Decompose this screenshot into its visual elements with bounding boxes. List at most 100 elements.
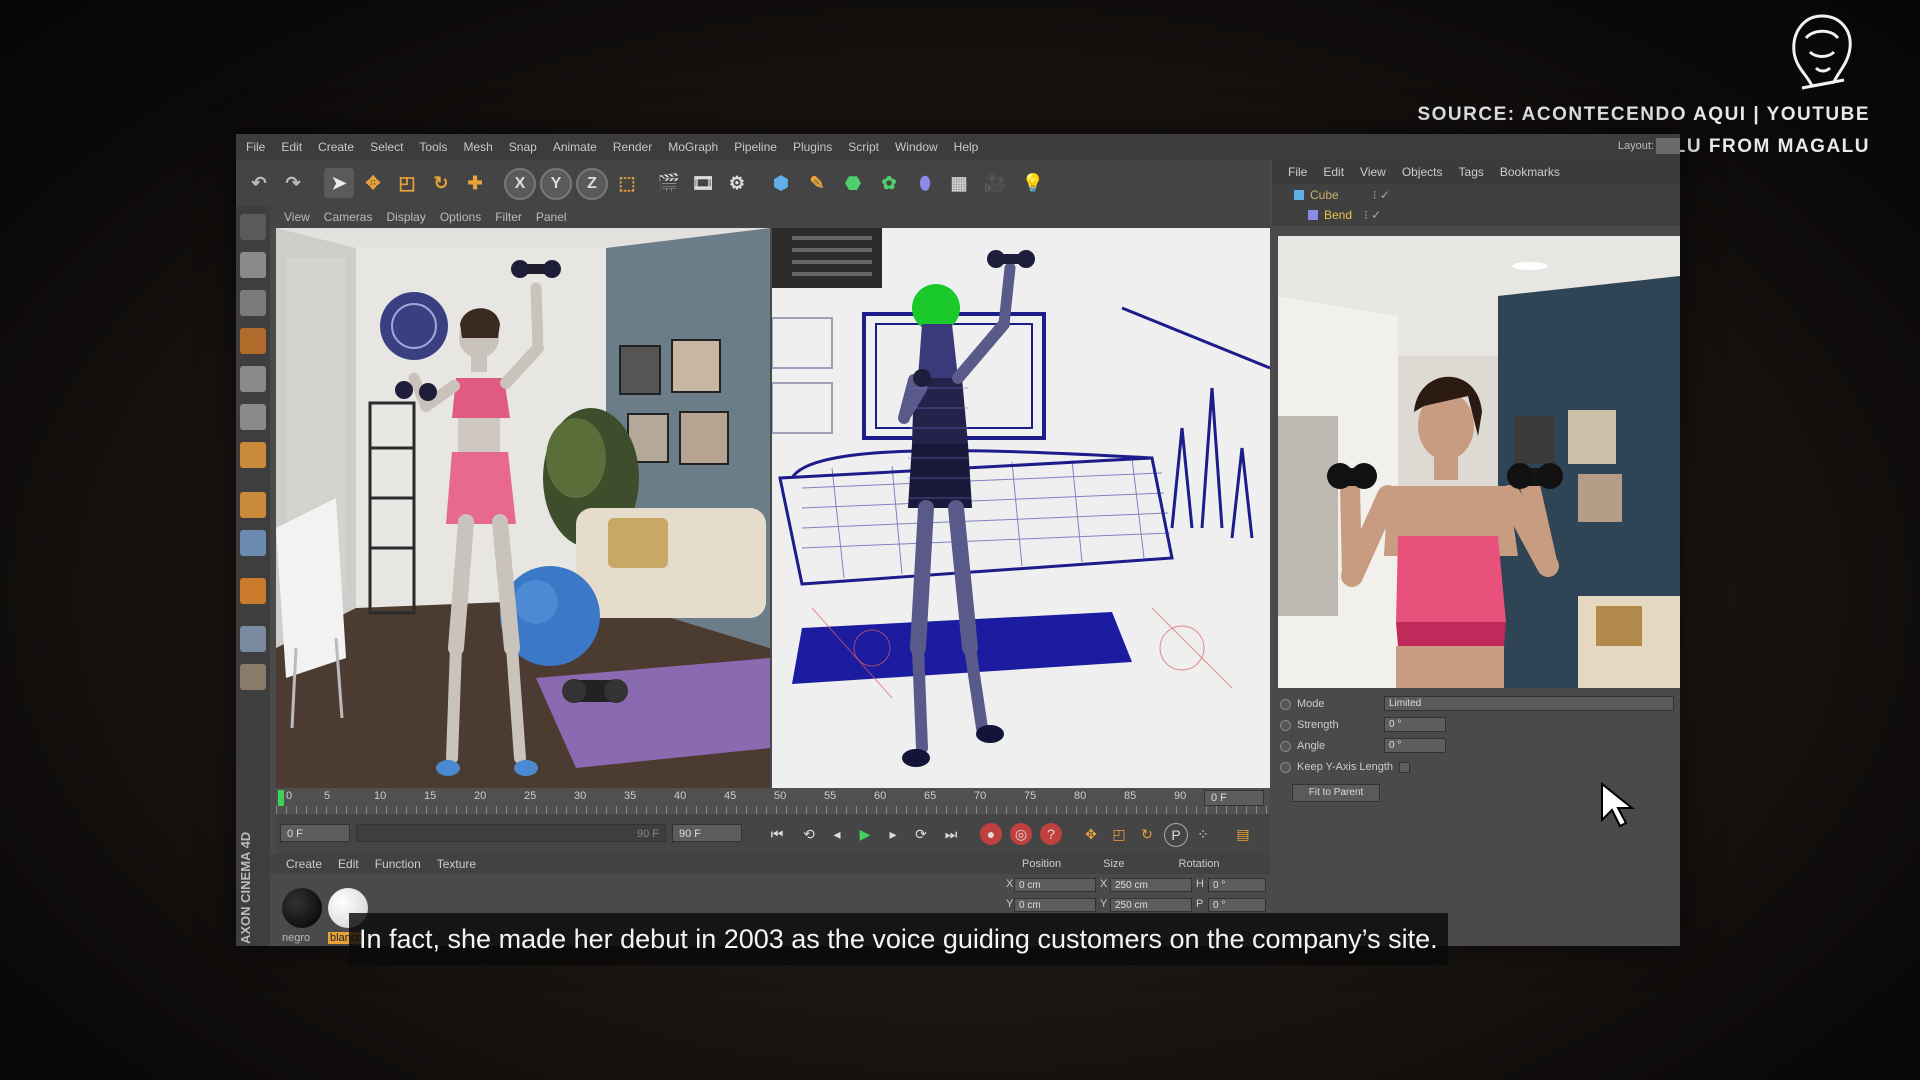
- x-axis-icon[interactable]: X: [504, 168, 536, 200]
- go-to-start-icon[interactable]: ⏮: [766, 823, 788, 845]
- menu-edit[interactable]: Edit: [281, 140, 302, 154]
- viewport-menu-display[interactable]: Display: [386, 210, 425, 224]
- menu-file[interactable]: File: [246, 140, 265, 154]
- rotation-p-field[interactable]: 0 °: [1208, 898, 1266, 912]
- menu-render[interactable]: Render: [613, 140, 652, 154]
- timeline-window-icon[interactable]: ▤: [1232, 823, 1254, 845]
- fit-to-parent-button[interactable]: Fit to Parent: [1292, 784, 1380, 802]
- viewport-menu-view[interactable]: View: [284, 210, 310, 224]
- size-x-field[interactable]: 250 cm: [1110, 878, 1192, 892]
- record-keyframe-icon[interactable]: ●: [980, 823, 1002, 845]
- viewport-menu-filter[interactable]: Filter: [495, 210, 522, 224]
- layout-select[interactable]: [1656, 138, 1680, 154]
- light-icon[interactable]: 💡: [1018, 168, 1048, 198]
- loop-icon[interactable]: ⟲: [798, 823, 820, 845]
- menu-mograph[interactable]: MoGraph: [668, 140, 718, 154]
- strength-field[interactable]: 0 °: [1384, 717, 1446, 732]
- next-frame-icon[interactable]: ▸: [882, 823, 904, 845]
- menu-snap[interactable]: Snap: [509, 140, 537, 154]
- menu-pipeline[interactable]: Pipeline: [734, 140, 777, 154]
- subdivision-icon[interactable]: ⬣: [838, 168, 868, 198]
- material-menu-texture[interactable]: Texture: [437, 857, 476, 871]
- objmgr-menu-bookmarks[interactable]: Bookmarks: [1500, 165, 1560, 179]
- add-icon[interactable]: ✚: [460, 168, 490, 198]
- menu-plugins[interactable]: Plugins: [793, 140, 832, 154]
- key-rotation-icon[interactable]: ↻: [1136, 823, 1158, 845]
- prev-frame-icon[interactable]: ◂: [826, 823, 848, 845]
- object-row-cube[interactable]: Cube ⁝ ✓: [1294, 188, 1390, 202]
- end-frame-field[interactable]: 90 F: [672, 824, 742, 842]
- keyframe-selection-icon[interactable]: ?: [1040, 823, 1062, 845]
- texture-mode-icon[interactable]: [240, 290, 266, 316]
- material-menu-create[interactable]: Create: [286, 857, 322, 871]
- render-settings-icon[interactable]: ⚙: [722, 168, 752, 198]
- animate-toggle-icon[interactable]: [1280, 698, 1291, 710]
- rotation-h-field[interactable]: 0 °: [1208, 878, 1266, 892]
- playhead[interactable]: [278, 790, 284, 806]
- points-mode-icon[interactable]: [240, 366, 266, 392]
- redo-icon[interactable]: ↷: [278, 168, 308, 198]
- key-scale-icon[interactable]: ◰: [1108, 823, 1130, 845]
- edges-mode-icon[interactable]: [240, 404, 266, 430]
- move-icon[interactable]: ✥: [358, 168, 388, 198]
- autokey-icon[interactable]: ◎: [1010, 823, 1032, 845]
- mode-select[interactable]: Limited: [1384, 696, 1674, 711]
- position-y-field[interactable]: 0 cm: [1014, 898, 1096, 912]
- pen-spline-icon[interactable]: ✎: [802, 168, 832, 198]
- menu-create[interactable]: Create: [318, 140, 354, 154]
- animate-toggle-icon[interactable]: [1280, 761, 1291, 773]
- objmgr-menu-file[interactable]: File: [1288, 165, 1307, 179]
- objmgr-menu-edit[interactable]: Edit: [1323, 165, 1344, 179]
- floor-icon[interactable]: ▦: [944, 168, 974, 198]
- current-frame-field[interactable]: 0 F: [1204, 790, 1264, 806]
- menu-select[interactable]: Select: [370, 140, 403, 154]
- material-swatch-negro[interactable]: [282, 888, 322, 928]
- objmgr-menu-objects[interactable]: Objects: [1402, 165, 1443, 179]
- animate-toggle-icon[interactable]: [1280, 719, 1291, 731]
- object-mode-icon[interactable]: [240, 252, 266, 278]
- menu-mesh[interactable]: Mesh: [463, 140, 492, 154]
- camera-icon[interactable]: 🎥: [980, 168, 1010, 198]
- material-menu-function[interactable]: Function: [375, 857, 421, 871]
- key-position-icon[interactable]: ✥: [1080, 823, 1102, 845]
- menu-window[interactable]: Window: [895, 140, 938, 154]
- menu-help[interactable]: Help: [954, 140, 979, 154]
- cube-icon[interactable]: ⬢: [766, 168, 796, 198]
- animate-toggle-icon[interactable]: [1280, 740, 1291, 752]
- render-view-icon[interactable]: 🎬: [654, 168, 684, 198]
- viewport-menu-options[interactable]: Options: [440, 210, 481, 224]
- object-row-bend[interactable]: Bend ⁝ ✓: [1308, 208, 1381, 222]
- viewport-menu-panel[interactable]: Panel: [536, 210, 567, 224]
- deformer-icon[interactable]: ⬮: [910, 168, 940, 198]
- axis-mode-icon[interactable]: [240, 492, 266, 518]
- menu-animate[interactable]: Animate: [553, 140, 597, 154]
- y-axis-icon[interactable]: Y: [540, 168, 572, 200]
- viewport-shaded[interactable]: [276, 228, 770, 788]
- tweak-mode-icon[interactable]: [240, 530, 266, 556]
- viewport-menu-cameras[interactable]: Cameras: [324, 210, 373, 224]
- workplane-icon[interactable]: [240, 328, 266, 354]
- coordinate-system-icon[interactable]: ⬚: [612, 168, 642, 198]
- objmgr-menu-tags[interactable]: Tags: [1459, 165, 1484, 179]
- timeline-ruler[interactable]: 0 5 10 15 20 25 30 35 40 45 50 55 60 65 …: [276, 788, 1270, 814]
- key-pla-icon[interactable]: ⁘: [1192, 823, 1214, 845]
- position-x-field[interactable]: 0 cm: [1014, 878, 1096, 892]
- z-axis-icon[interactable]: Z: [576, 168, 608, 200]
- angle-field[interactable]: 0 °: [1384, 738, 1446, 753]
- snap-icon[interactable]: [240, 578, 266, 604]
- objmgr-menu-view[interactable]: View: [1360, 165, 1386, 179]
- undo-icon[interactable]: ↶: [244, 168, 274, 198]
- key-parameter-icon[interactable]: P: [1164, 823, 1188, 847]
- menu-script[interactable]: Script: [848, 140, 879, 154]
- go-to-end-icon[interactable]: ⏭: [940, 823, 962, 845]
- render-picture-viewer-icon[interactable]: 🎞: [688, 168, 718, 198]
- polygons-mode-icon[interactable]: [240, 442, 266, 468]
- model-mode-icon[interactable]: [240, 214, 266, 240]
- viewport-wireframe[interactable]: [772, 228, 1270, 788]
- enable-check-icon[interactable]: ⁝ ✓: [1364, 208, 1381, 222]
- material-menu-edit[interactable]: Edit: [338, 857, 359, 871]
- menu-tools[interactable]: Tools: [419, 140, 447, 154]
- range-slider[interactable]: 90 F: [356, 824, 666, 842]
- loop-forward-icon[interactable]: ⟳: [910, 823, 932, 845]
- start-frame-field[interactable]: 0 F: [280, 824, 350, 842]
